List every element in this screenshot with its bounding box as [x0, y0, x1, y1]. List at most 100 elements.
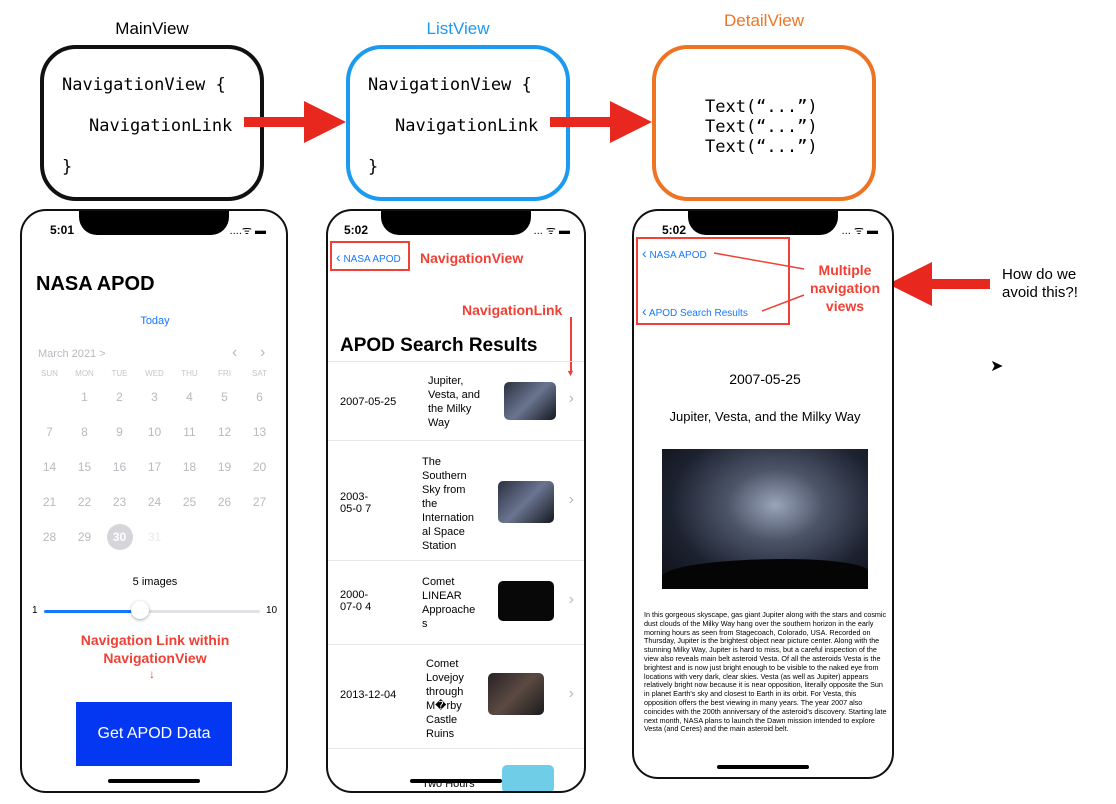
- arrow-list-to-detail-head: [610, 101, 652, 143]
- annotation-arrow-up: [713, 252, 805, 270]
- calendar-grid: 123456 7 8 9 10 11 12 13 14 15 16 17 18 19 20 21 22 23…: [32, 379, 277, 554]
- month-picker[interactable]: March 2021 >: [38, 348, 106, 360]
- calendar-day[interactable]: 10: [137, 414, 172, 449]
- horizon-silhouette: [662, 559, 868, 589]
- row-date: 2003-05-0 7: [340, 491, 372, 515]
- calendar-day[interactable]: 8: [67, 414, 102, 449]
- row-title: Comet LINEAR Approache s: [422, 576, 476, 630]
- calendar-day[interactable]: 12: [207, 414, 242, 449]
- slider-min-label: 1: [32, 605, 38, 616]
- list-row[interactable]: 2003-05-0 7 The Southern Sky from the In…: [328, 441, 584, 561]
- weekday-label: FRI: [218, 369, 231, 378]
- question-arrow-shaft: [930, 279, 990, 289]
- row-date: 2007-05-25: [340, 396, 397, 408]
- main-view-phone: 5:01 ....ᯤ ▬ NASA APOD Today March 2021 …: [20, 209, 288, 793]
- page-title: NASA APOD: [36, 273, 155, 295]
- calendar-day[interactable]: 31: [137, 519, 172, 554]
- weekday-label: SAT: [252, 369, 267, 378]
- list-view-phone: 5:02 ... ᯤ ▬ ‹ NASA APOD NavigationView …: [326, 209, 586, 793]
- home-indicator: [410, 779, 502, 783]
- list-row[interactable]: 2013-12-04 Comet Lovejoy through M�rby C…: [328, 645, 584, 749]
- calendar-day[interactable]: 20: [242, 449, 277, 484]
- calendar-day[interactable]: 23: [102, 484, 137, 519]
- calendar-day[interactable]: 1: [67, 379, 102, 414]
- row-title: Comet Lovejoy through M�rby Castle Ruins: [426, 658, 464, 740]
- today-button[interactable]: Today: [22, 315, 286, 327]
- phone-notch: [79, 211, 229, 235]
- status-icons: ... ᯤ ▬: [533, 225, 570, 237]
- back-button[interactable]: ‹ NASA APOD: [336, 249, 401, 265]
- row-thumbnail: [504, 382, 556, 420]
- calendar-day[interactable]: 13: [242, 414, 277, 449]
- selected-day-circle: 30: [106, 523, 133, 550]
- list-row[interactable]: Two Hours: [328, 749, 584, 791]
- image-count-slider[interactable]: [44, 601, 260, 619]
- arrow-main-to-list-shaft: [244, 117, 306, 127]
- row-title: Jupiter, Vesta, and the Milky Way: [428, 375, 480, 429]
- list-header: APOD Search Results: [340, 335, 538, 356]
- calendar-day[interactable]: 26: [207, 484, 242, 519]
- status-time: 5:01: [50, 223, 75, 237]
- row-date: 2000-07-0 4: [340, 589, 372, 613]
- annotation-arrows: [713, 252, 805, 312]
- calendar-day[interactable]: 22: [67, 484, 102, 519]
- calendar-day[interactable]: 28: [32, 519, 67, 554]
- list-row[interactable]: 2007-05-25 Jupiter, Vesta, and the Milky…: [328, 361, 584, 441]
- calendar-day[interactable]: 6: [242, 379, 277, 414]
- calendar-day[interactable]: 29: [67, 519, 102, 554]
- detail-view-phone: 5:02 ... ᯤ ▬ ‹ NASA APOD ‹ APOD Search R…: [632, 209, 894, 779]
- row-title: The Southern Sky from the Internation al…: [422, 456, 474, 552]
- get-apod-data-button[interactable]: Get APOD Data: [76, 702, 232, 766]
- weekday-label: TUE: [111, 369, 128, 378]
- calendar-day[interactable]: 11: [172, 414, 207, 449]
- detail-date: 2007-05-25: [729, 371, 801, 387]
- calendar-day[interactable]: 15: [67, 449, 102, 484]
- prev-month-icon[interactable]: ‹: [232, 344, 237, 362]
- calendar-day[interactable]: 3: [137, 379, 172, 414]
- calendar-day: [172, 519, 207, 554]
- calendar-day[interactable]: 21: [32, 484, 67, 519]
- calendar-day[interactable]: 14: [32, 449, 67, 484]
- calendar-day[interactable]: 9: [102, 414, 137, 449]
- calendar-day[interactable]: 27: [242, 484, 277, 519]
- navigation-view-annotation: NavigationView: [420, 250, 524, 266]
- navigation-link-annotation: NavigationLink: [462, 302, 563, 318]
- weekday-label: WED: [145, 369, 164, 378]
- back-chevron-icon: ‹: [336, 249, 341, 265]
- weekday-label: SUN: [41, 369, 58, 378]
- mouse-cursor-icon: ➤: [990, 358, 1004, 375]
- arrow-main-to-list-head: [304, 101, 346, 143]
- list-row[interactable]: 2000-07-0 4 Comet LINEAR Approache s ›: [328, 561, 584, 645]
- calendar-day[interactable]: 18: [172, 449, 207, 484]
- annotation-arrow-down: ↓: [149, 667, 155, 681]
- row-thumbnail: [498, 581, 554, 621]
- calendar-day[interactable]: 16: [102, 449, 137, 484]
- chevron-right-icon: ›: [568, 685, 574, 702]
- calendar-day[interactable]: 5: [207, 379, 242, 414]
- calendar-day[interactable]: 4: [172, 379, 207, 414]
- weekday-header: SUN MON TUE WED THU FRI SAT: [32, 369, 277, 378]
- detail-title: Jupiter, Vesta, and the Milky Way: [669, 409, 861, 424]
- calendar-day[interactable]: 2: [102, 379, 137, 414]
- next-month-icon[interactable]: ›: [260, 344, 265, 362]
- calendar-day[interactable]: 19: [207, 449, 242, 484]
- row-thumbnail: [502, 765, 554, 791]
- question-text: How do we avoid this?!: [1002, 266, 1078, 301]
- calendar-day[interactable]: [32, 379, 67, 414]
- row-date: 2013-12-04: [340, 689, 397, 701]
- navigation-link-annotation: Navigation Link within NavigationView: [80, 632, 230, 666]
- slider-thumb[interactable]: [131, 601, 149, 619]
- calendar-day: [207, 519, 242, 554]
- arrow-list-to-detail-shaft: [550, 117, 612, 127]
- calendar-day-selected[interactable]: 30: [102, 519, 137, 554]
- row-thumbnail: [498, 481, 554, 523]
- calendar-day[interactable]: 17: [137, 449, 172, 484]
- row-thumbnail: [488, 673, 544, 715]
- phone-notch: [381, 211, 531, 235]
- status-time: 5:02: [344, 223, 369, 237]
- calendar-day[interactable]: 24: [137, 484, 172, 519]
- calendar-day[interactable]: 7: [32, 414, 67, 449]
- calendar-day[interactable]: 25: [172, 484, 207, 519]
- home-indicator: [717, 765, 809, 769]
- home-indicator: [108, 779, 200, 783]
